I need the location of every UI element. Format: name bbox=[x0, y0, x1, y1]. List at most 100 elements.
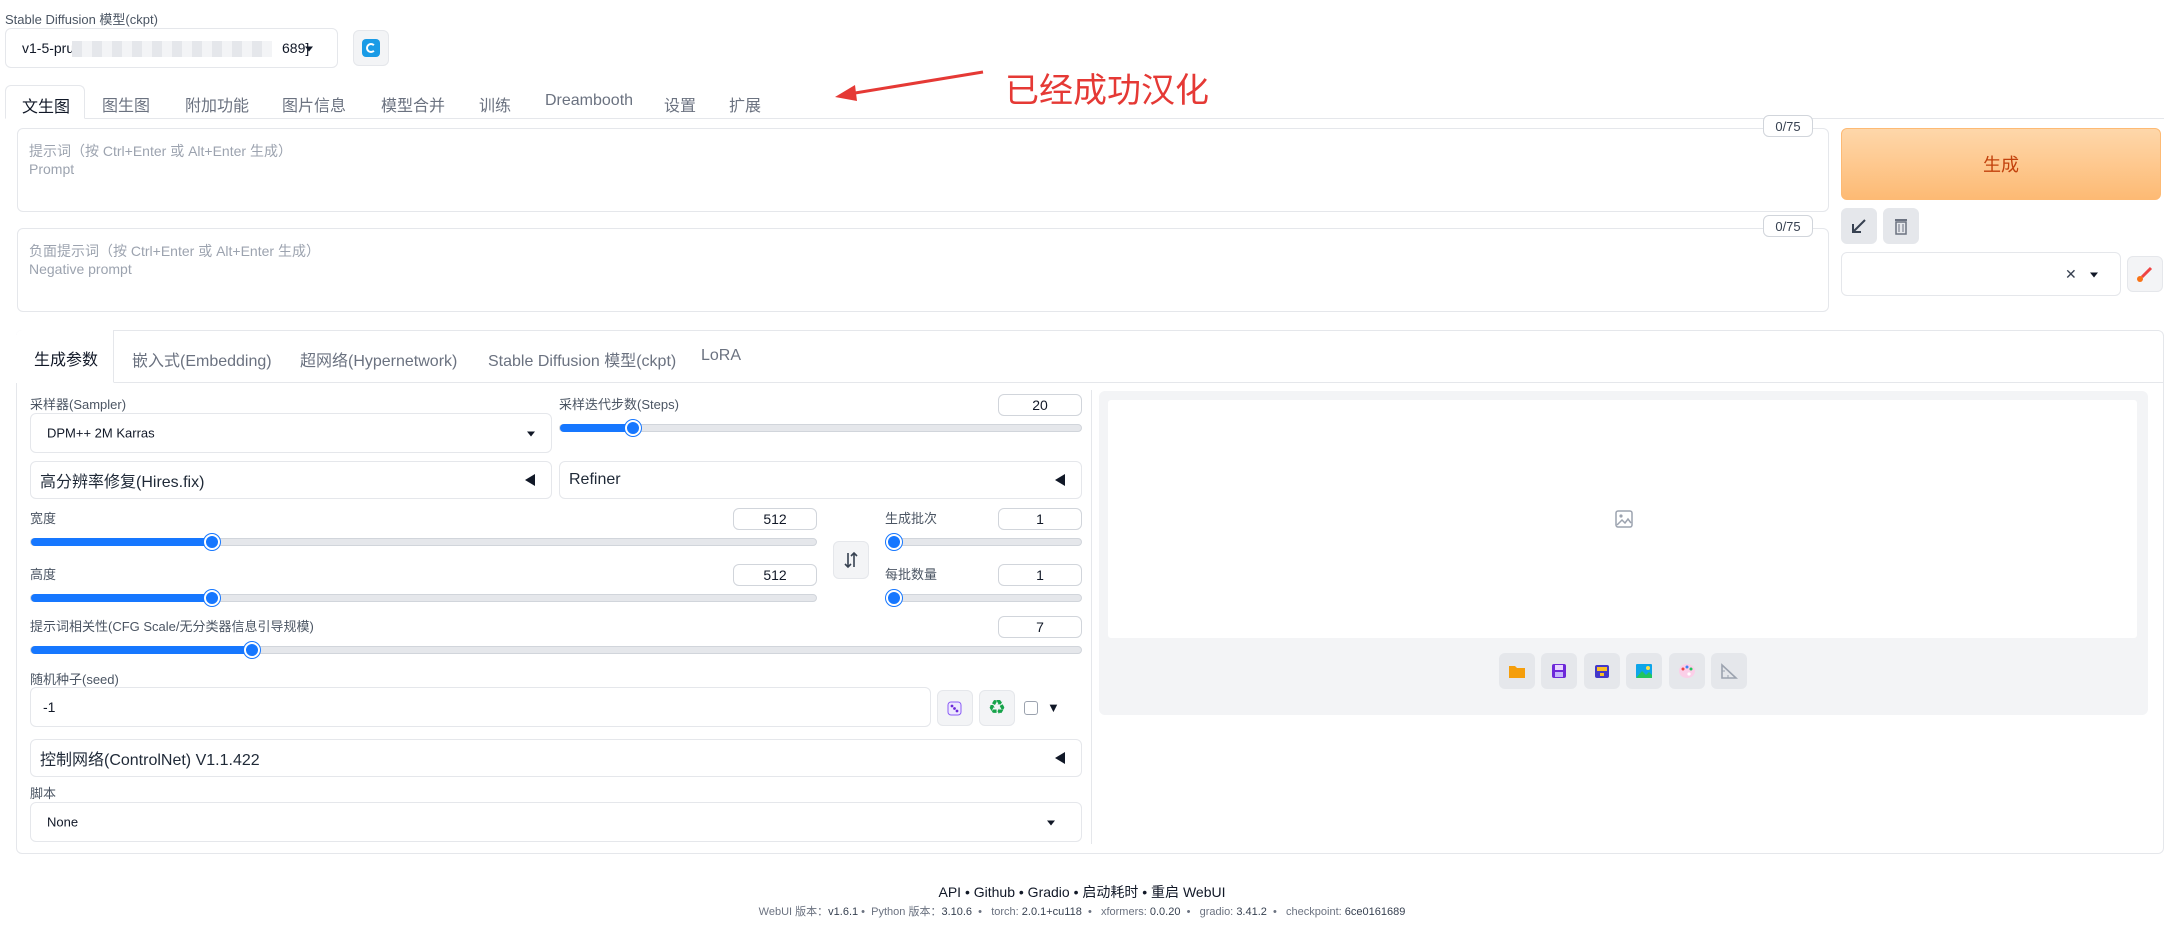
refresh-icon bbox=[362, 39, 380, 57]
collapse-icon bbox=[1055, 474, 1065, 486]
batch-count-input[interactable]: 1 bbox=[998, 508, 1082, 530]
cfg-input[interactable]: 7 bbox=[998, 616, 1082, 638]
width-input[interactable]: 512 bbox=[733, 508, 817, 530]
chevron-down-icon bbox=[2090, 272, 2098, 278]
steps-handle[interactable] bbox=[625, 420, 641, 436]
expand-seed-icon[interactable]: ▼ bbox=[1047, 700, 1060, 715]
styles-dropdown[interactable]: ✕ bbox=[1841, 252, 2121, 296]
steps-label: 采样迭代步数(Steps) bbox=[559, 397, 679, 412]
batch-count-slider[interactable] bbox=[885, 534, 1082, 550]
cfg-slider[interactable] bbox=[30, 642, 1082, 658]
prompt-token-counter: 0/75 bbox=[1763, 115, 1813, 137]
hires-fix-label: 高分辨率修复(Hires.fix) bbox=[40, 474, 205, 491]
height-fill bbox=[31, 594, 212, 602]
refresh-model-button[interactable] bbox=[353, 30, 389, 66]
width-slider[interactable] bbox=[30, 534, 817, 550]
image-placeholder-icon bbox=[1615, 510, 1633, 528]
width-fill bbox=[31, 538, 212, 546]
ruler-icon bbox=[1721, 663, 1738, 679]
arrow-in-icon bbox=[1852, 219, 1866, 233]
cfg-label: 提示词相关性(CFG Scale/无分类器信息引导规模) bbox=[30, 619, 314, 634]
trash-icon bbox=[1895, 219, 1907, 235]
steps-input[interactable]: 20 bbox=[998, 394, 1082, 416]
send-to-img2img-button[interactable] bbox=[1626, 653, 1662, 689]
seed-label: 随机种子(seed) bbox=[30, 672, 119, 687]
collapse-icon bbox=[1055, 752, 1065, 764]
cfg-handle[interactable] bbox=[244, 642, 260, 658]
batch-count-handle[interactable] bbox=[886, 534, 902, 550]
send-to-extras-button[interactable] bbox=[1711, 653, 1747, 689]
tab-bar-line bbox=[85, 118, 2164, 119]
model-name-blur bbox=[72, 41, 272, 57]
save-button[interactable] bbox=[1541, 653, 1577, 689]
footer-links[interactable]: API • Github • Gradio • 启动耗时 • 重启 WebUI bbox=[0, 882, 2164, 902]
tab-img2img[interactable]: 图生图 bbox=[102, 92, 150, 116]
batch-size-slider[interactable] bbox=[885, 590, 1082, 606]
chevron-down-icon bbox=[1047, 820, 1055, 826]
read-params-button[interactable] bbox=[1841, 208, 1877, 244]
batch-size-input[interactable]: 1 bbox=[998, 564, 1082, 586]
tab-extras[interactable]: 附加功能 bbox=[185, 92, 249, 116]
prompt-textarea[interactable]: 提示词（按 Ctrl+Enter 或 Alt+Enter 生成） Prompt bbox=[17, 128, 1829, 212]
model-label: Stable Diffusion 模型(ckpt) bbox=[5, 12, 158, 27]
subtab-embedding[interactable]: 嵌入式(Embedding) bbox=[132, 347, 272, 371]
subtab-hypernetwork[interactable]: 超网络(Hypernetwork) bbox=[300, 347, 457, 371]
tab-settings[interactable]: 设置 bbox=[664, 92, 696, 116]
tab-train[interactable]: 训练 bbox=[479, 92, 511, 116]
height-handle[interactable] bbox=[204, 590, 220, 606]
sampler-label: 采样器(Sampler) bbox=[30, 397, 127, 412]
refiner-accordion[interactable]: Refiner bbox=[559, 461, 1082, 499]
swap-dimensions-button[interactable] bbox=[833, 541, 869, 579]
column-divider bbox=[1091, 390, 1092, 844]
tab-txt2img[interactable]: 文生图 bbox=[5, 85, 85, 119]
negative-prompt-textarea[interactable]: 负面提示词（按 Ctrl+Enter 或 Alt+Enter 生成） Negat… bbox=[17, 228, 1829, 312]
tab-extensions[interactable]: 扩展 bbox=[729, 92, 761, 116]
negative-placeholder-line2: Negative prompt bbox=[29, 261, 132, 277]
swap-icon bbox=[844, 551, 858, 569]
open-folder-button[interactable] bbox=[1499, 653, 1535, 689]
generate-button[interactable]: 生成 bbox=[1841, 128, 2161, 200]
steps-slider[interactable] bbox=[559, 420, 1082, 436]
edit-styles-button[interactable] bbox=[2127, 256, 2163, 292]
paint-icon bbox=[2137, 266, 2153, 282]
script-dropdown[interactable]: None bbox=[30, 802, 1082, 842]
zip-button[interactable] bbox=[1584, 653, 1620, 689]
image-icon bbox=[1636, 664, 1652, 678]
close-icon[interactable]: ✕ bbox=[2065, 266, 2077, 283]
tab-checkpoint-merger[interactable]: 模型合并 bbox=[381, 92, 445, 116]
send-to-inpaint-button[interactable] bbox=[1669, 653, 1705, 689]
cfg-fill bbox=[31, 646, 252, 654]
steps-fill bbox=[560, 424, 633, 432]
seed-input[interactable]: -1 bbox=[30, 687, 931, 727]
extra-seed-checkbox[interactable] bbox=[1024, 701, 1038, 715]
tab-dreambooth[interactable]: Dreambooth bbox=[545, 92, 633, 110]
sampler-dropdown[interactable]: DPM++ 2M Karras bbox=[30, 413, 552, 453]
prompt-placeholder-line1: 提示词（按 Ctrl+Enter 或 Alt+Enter 生成） bbox=[29, 143, 292, 159]
negative-token-counter: 0/75 bbox=[1763, 215, 1813, 237]
controlnet-label: 控制网络(ControlNet) V1.1.422 bbox=[40, 752, 260, 769]
save-icon bbox=[1552, 664, 1566, 678]
random-seed-button[interactable] bbox=[937, 690, 973, 726]
tab-png-info[interactable]: 图片信息 bbox=[282, 92, 346, 116]
chevron-down-icon bbox=[305, 46, 313, 52]
recycle-icon: ♻ bbox=[988, 697, 1006, 719]
subtab-checkpoint[interactable]: Stable Diffusion 模型(ckpt) bbox=[488, 347, 676, 371]
prompt-placeholder-line2: Prompt bbox=[29, 161, 75, 177]
hires-fix-accordion[interactable]: 高分辨率修复(Hires.fix) bbox=[30, 461, 552, 499]
subtab-line bbox=[114, 382, 2164, 383]
output-gallery[interactable] bbox=[1107, 399, 2138, 639]
height-slider[interactable] bbox=[30, 590, 817, 606]
subtab-generation[interactable]: 生成参数 bbox=[16, 330, 114, 383]
height-input[interactable]: 512 bbox=[733, 564, 817, 586]
negative-placeholder-line1: 负面提示词（按 Ctrl+Enter 或 Alt+Enter 生成） bbox=[29, 243, 320, 259]
clear-prompt-button[interactable] bbox=[1883, 208, 1919, 244]
collapse-icon bbox=[525, 474, 535, 486]
controlnet-accordion[interactable]: 控制网络(ControlNet) V1.1.422 bbox=[30, 739, 1082, 777]
chevron-down-icon bbox=[527, 431, 535, 437]
width-handle[interactable] bbox=[204, 534, 220, 550]
batch-size-handle[interactable] bbox=[886, 590, 902, 606]
reuse-seed-button[interactable]: ♻ bbox=[979, 690, 1015, 726]
subtab-lora[interactable]: LoRA bbox=[701, 347, 741, 365]
refiner-label: Refiner bbox=[569, 471, 621, 488]
model-dropdown[interactable]: v1-5-pru 689] bbox=[5, 28, 338, 68]
